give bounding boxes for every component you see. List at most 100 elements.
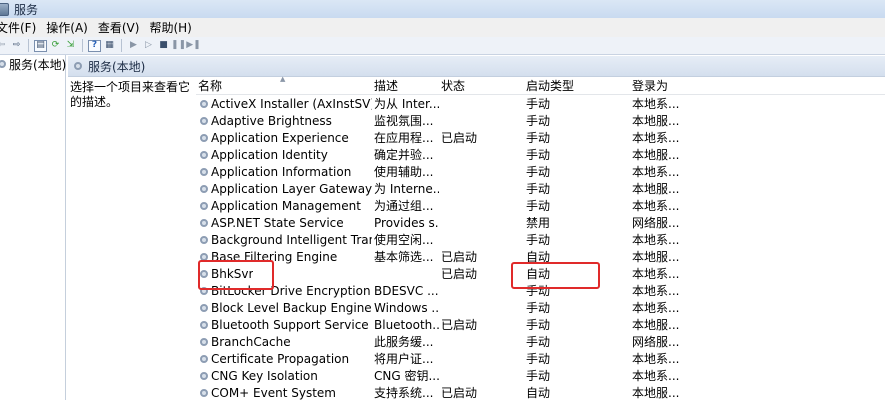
table-row[interactable]: Application Experience 在应用程... 已启动 手动 本地系... [196, 129, 885, 146]
service-log-on-as: 本地系... [632, 165, 680, 179]
service-name-cell: Block Level Backup Engine S... [196, 301, 372, 315]
service-name-cell: CNG Key Isolation [196, 369, 372, 383]
table-row[interactable]: Block Level Backup Engine S...Windows ..… [196, 299, 885, 316]
refresh-icon[interactable]: ⟳ [49, 40, 62, 52]
service-name-cell: Adaptive Brightness [196, 114, 372, 128]
service-name: Background Intelligent Trans... [211, 232, 372, 247]
forward-icon[interactable]: ⇨ [10, 40, 23, 52]
service-name: ASP.NET State Service [211, 215, 344, 230]
service-startup-type: 手动 [526, 114, 551, 128]
service-name-cell: Background Intelligent Trans... [196, 233, 372, 247]
stop-service-icon[interactable]: ■ [157, 40, 170, 52]
service-name: ActiveX Installer (AxInstSV) [211, 96, 372, 111]
service-description: Windows ... [374, 300, 439, 315]
service-name: Adaptive Brightness [211, 113, 332, 128]
menu-view[interactable]: 查看(V) [98, 19, 140, 36]
export-list-icon[interactable]: ⇲ [64, 40, 77, 52]
service-name: Application Information [211, 164, 352, 179]
menu-action[interactable]: 操作(A) [46, 19, 88, 36]
column-header-row: ▲ 名称 描述 状态 启动类型 登录为 [196, 75, 885, 95]
table-row[interactable]: Bluetooth Support Service Bluetooth... 已启动… [196, 316, 885, 333]
service-log-on-as: 本地系... [632, 352, 680, 366]
service-log-on-as: 本地服... [632, 386, 680, 400]
table-row[interactable]: COM+ Event System 支持系统... 已启动 自动 本地服... [196, 384, 885, 401]
table-row[interactable]: Adaptive Brightness 监视氛围... 手动 本地服... [196, 112, 885, 129]
service-log-on-as: 本地服... [632, 318, 680, 332]
back-icon[interactable]: ⇦ [0, 40, 8, 52]
table-row[interactable]: Background Intelligent Trans...使用空闲... 手动… [196, 231, 885, 248]
table-row[interactable]: ASP.NET State Service Provides s... 禁用 网络服.… [196, 214, 885, 231]
start-service-alt-icon[interactable]: ▷ [142, 40, 155, 52]
title-bar: 服务 [0, 0, 885, 18]
service-startup-type: 手动 [526, 335, 551, 349]
service-log-on-as: 本地系... [632, 284, 680, 298]
table-row[interactable]: ActiveX Installer (AxInstSV) 为从 Inter... 手… [196, 95, 885, 112]
menu-file[interactable]: 文件(F) [0, 19, 36, 36]
tree-pane: 服务(本地) [0, 55, 66, 400]
service-name: Bluetooth Support Service [211, 317, 369, 332]
services-list: ▲ 名称 描述 状态 启动类型 登录为 ActiveX Installer (A… [196, 75, 885, 401]
service-gear-icon [200, 150, 208, 159]
menu-bar: 文件(F) 操作(A) 查看(V) 帮助(H) [0, 18, 885, 37]
service-startup-type: 手动 [526, 301, 551, 315]
highlight-box-service-name [198, 260, 274, 290]
service-name-cell: BranchCache [196, 335, 372, 349]
table-row[interactable]: Application Management 为通过组... 手动 本地系... [196, 197, 885, 214]
service-gear-icon [200, 201, 208, 210]
service-name-cell: Application Layer Gateway S... [196, 182, 372, 196]
service-gear-icon [200, 235, 208, 244]
service-description: 此服务缓... [374, 335, 434, 349]
main-header: 服务(本地) [68, 56, 885, 77]
service-description: 基本筛选... [374, 250, 434, 264]
service-description: 使用空闲... [374, 233, 434, 247]
service-description: 将用户证... [374, 352, 434, 366]
service-name: Application Identity [211, 147, 328, 162]
tree-item-services-local[interactable]: 服务(本地) [0, 55, 67, 73]
service-startup-type: 手动 [526, 148, 551, 162]
start-service-icon[interactable]: ▶ [127, 40, 140, 52]
table-row[interactable]: Application Identity 确定并验... 手动 本地服... [196, 146, 885, 163]
service-description: 为从 Inter... [374, 97, 439, 111]
table-row[interactable]: CNG Key Isolation CNG 密钥... 手动 本地系... [196, 367, 885, 384]
help-icon[interactable]: ? [88, 39, 101, 52]
service-description: 在应用程... [374, 131, 434, 145]
service-description: Provides s... [374, 215, 439, 230]
sort-ascending-icon: ▲ [280, 75, 286, 83]
service-log-on-as: 本地系... [632, 199, 680, 213]
service-startup-type: 手动 [526, 199, 551, 213]
column-header-description[interactable]: 描述 [372, 77, 439, 94]
menu-help[interactable]: 帮助(H) [149, 19, 191, 36]
table-row[interactable]: BranchCache 此服务缓... 手动 网络服... [196, 333, 885, 350]
column-header-status[interactable]: 状态 [439, 77, 524, 94]
service-gear-icon [200, 184, 208, 193]
table-row[interactable]: Application Information 使用辅助... 手动 本地系... [196, 163, 885, 180]
service-name-cell: ASP.NET State Service [196, 216, 372, 230]
table-row[interactable]: Certificate Propagation 将用户证... 手动 本地系... [196, 350, 885, 367]
service-description: CNG 密钥... [374, 369, 439, 383]
service-name: Application Layer Gateway S... [211, 181, 372, 196]
tree-item-label: 服务(本地) [9, 57, 67, 72]
column-header-startup-type[interactable]: 启动类型 [524, 77, 630, 94]
restart-service-icon[interactable]: ▶❚ [186, 40, 200, 52]
service-startup-type: 手动 [526, 352, 551, 366]
service-log-on-as: 本地系... [632, 369, 680, 383]
main-pane: 服务(本地) 选择一个项目来查看它的描述。 ▲ 名称 描述 状态 启动类型 登录… [68, 56, 885, 400]
properties-icon[interactable]: ▦ [103, 40, 116, 52]
service-description: 支持系统... [374, 386, 434, 400]
show-hide-tree-icon[interactable]: ▤ [34, 39, 47, 52]
service-name-cell: Bluetooth Support Service [196, 318, 372, 332]
service-name: COM+ Event System [211, 385, 336, 400]
pause-service-icon[interactable]: ❚❚ [171, 40, 186, 52]
service-gear-icon [200, 320, 208, 329]
service-startup-type: 自动 [526, 386, 551, 400]
service-startup-type: 手动 [526, 369, 551, 383]
service-log-on-as: 本地服... [632, 182, 680, 196]
service-log-on-as: 网络服... [632, 216, 680, 230]
service-status: 已启动 [441, 318, 478, 332]
column-header-log-on-as[interactable]: 登录为 [630, 77, 885, 94]
service-log-on-as: 网络服... [632, 335, 680, 349]
service-gear-icon [200, 116, 208, 125]
table-row[interactable]: Application Layer Gateway S...为 Interne.… [196, 180, 885, 197]
service-description: Bluetooth... [374, 317, 439, 332]
description-panel: 选择一个项目来查看它的描述。 [70, 80, 191, 109]
